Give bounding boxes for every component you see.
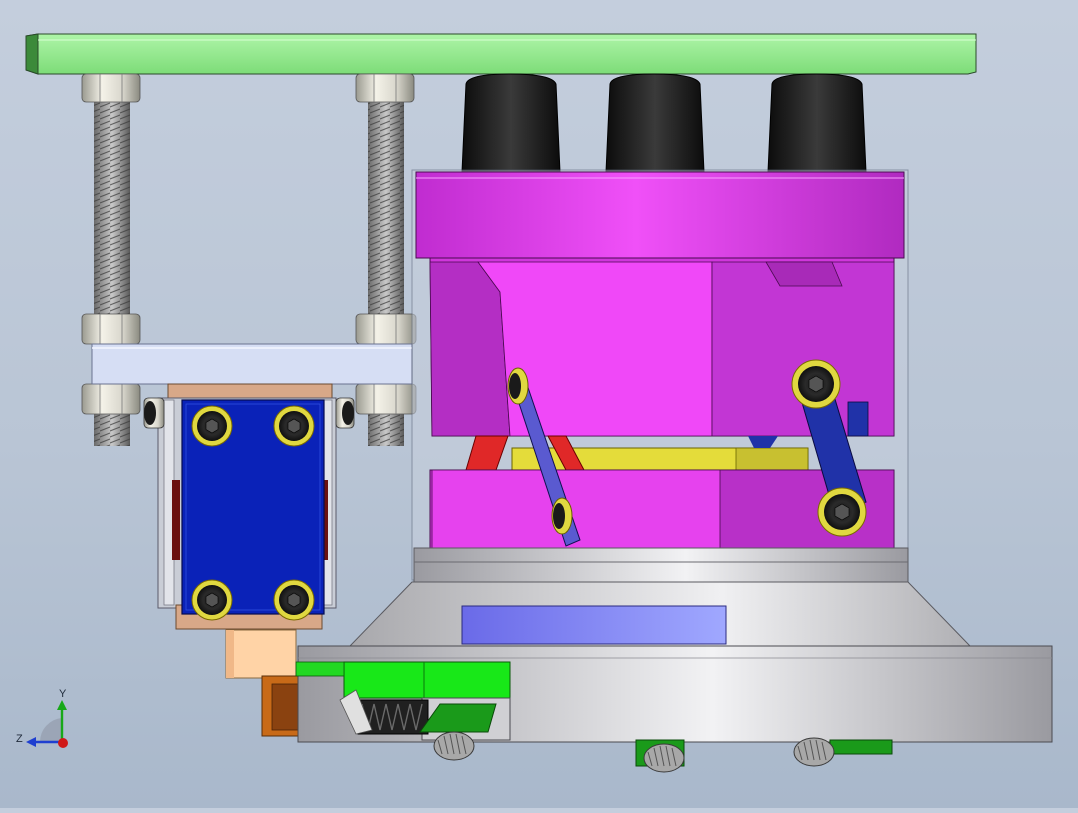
upper-magenta-ring[interactable] (415, 171, 905, 259)
knurled-foot[interactable] (793, 737, 835, 767)
socket-head-bolt[interactable] (273, 579, 315, 621)
socket-head-bolt[interactable] (791, 359, 841, 409)
hex-nut[interactable] (81, 313, 141, 345)
base-collar[interactable] (413, 547, 909, 583)
triad-z-label: Z (16, 733, 23, 745)
hex-nut[interactable] (355, 73, 415, 103)
socket-head-bolt[interactable] (817, 487, 867, 537)
hex-nut[interactable] (81, 383, 141, 415)
knurled-foot[interactable] (433, 731, 475, 761)
socket-head-bolt[interactable] (191, 405, 233, 447)
pivot-pin[interactable] (507, 367, 529, 405)
rubber-foot[interactable] (605, 73, 705, 173)
hex-nut[interactable] (355, 313, 417, 345)
side-screw[interactable] (143, 397, 165, 429)
socket-head-bolt[interactable] (191, 579, 233, 621)
top-plate[interactable] (25, 33, 977, 75)
rubber-foot[interactable] (767, 73, 867, 173)
cad-viewport[interactable] (0, 0, 1078, 808)
coordinate-triad (26, 700, 68, 748)
side-screw[interactable] (335, 397, 355, 429)
base-window[interactable] (461, 605, 727, 645)
rubber-foot[interactable] (461, 73, 561, 173)
pivot-pin[interactable] (551, 497, 573, 535)
socket-head-bolt[interactable] (273, 405, 315, 447)
green-clip[interactable] (829, 739, 893, 755)
hex-nut[interactable] (355, 383, 417, 415)
crossbar-plate[interactable] (91, 343, 413, 385)
hex-nut[interactable] (81, 73, 141, 103)
triad-y-label: Y (59, 688, 67, 700)
knurled-foot[interactable] (643, 743, 685, 773)
spacer-block[interactable] (225, 629, 297, 679)
